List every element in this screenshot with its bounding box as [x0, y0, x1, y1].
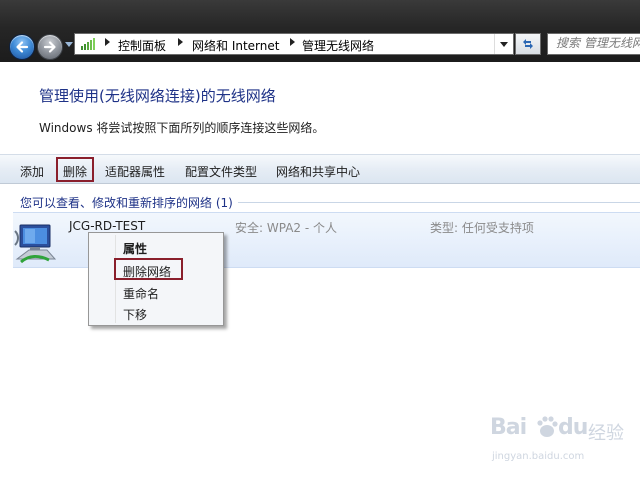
add-button[interactable]: 添加 [20, 163, 44, 180]
menu-item-move-down[interactable]: 下移 [123, 306, 147, 323]
network-name: JCG-RD-TEST [69, 219, 146, 233]
wireless-network-icon [14, 224, 57, 263]
menu-item-properties[interactable]: 属性 [123, 240, 147, 257]
network-security: 安全: WPA2 - 个人 [235, 221, 337, 235]
group-divider [238, 202, 640, 203]
window-titlebar: 控制面板 网络和 Internet 管理无线网络 [0, 0, 640, 62]
refresh-icon [523, 39, 533, 49]
search-input[interactable] [548, 34, 640, 50]
delete-network-highlight [114, 258, 183, 280]
network-sharing-center-button[interactable]: 网络和共享中心 [276, 163, 360, 180]
breadcrumb-manage-wireless[interactable]: 管理无线网络 [302, 37, 374, 54]
command-bar: 添加 删除 适配器属性 配置文件类型 网络和共享中心 [0, 154, 640, 184]
network-folder-icon [81, 38, 95, 50]
watermark-brand2: 经验 [588, 423, 624, 444]
watermark: Bai du 经验 jingyan.baidu.com [490, 405, 640, 475]
recent-pages-chevron-down-icon[interactable] [65, 42, 73, 47]
profile-types-button[interactable]: 配置文件类型 [185, 163, 257, 180]
page-title: 管理使用(无线网络连接)的无线网络 [39, 87, 276, 105]
remove-button-highlight [56, 157, 94, 182]
refresh-button[interactable] [515, 33, 541, 55]
menu-item-rename[interactable]: 重命名 [123, 285, 159, 302]
watermark-brand-du: du [558, 415, 588, 440]
back-button[interactable] [9, 34, 35, 60]
search-box[interactable] [547, 33, 640, 55]
breadcrumb-network-internet[interactable]: 网络和 Internet [192, 37, 279, 54]
paw-logo-icon [537, 416, 558, 437]
watermark-url: jingyan.baidu.com [492, 451, 585, 462]
address-bar[interactable]: 控制面板 网络和 Internet 管理无线网络 [74, 33, 514, 55]
network-group-header[interactable]: 您可以查看、修改和重新排序的网络 (1) [20, 194, 233, 211]
breadcrumb-separator-icon[interactable] [290, 38, 295, 46]
forward-arrow-icon [43, 41, 56, 53]
network-type: 类型: 任何受支持项 [430, 221, 534, 235]
address-history-chevron-down-icon[interactable] [494, 34, 513, 54]
forward-button[interactable] [37, 34, 63, 60]
watermark-brand: Bai [490, 415, 527, 440]
page-description: Windows 将尝试按照下面所列的顺序连接这些网络。 [39, 121, 325, 135]
breadcrumb-separator-icon [105, 38, 110, 46]
back-arrow-icon [16, 41, 29, 53]
breadcrumb-control-panel[interactable]: 控制面板 [118, 37, 166, 54]
adapter-properties-button[interactable]: 适配器属性 [105, 163, 165, 180]
breadcrumb-separator-icon[interactable] [178, 38, 183, 46]
